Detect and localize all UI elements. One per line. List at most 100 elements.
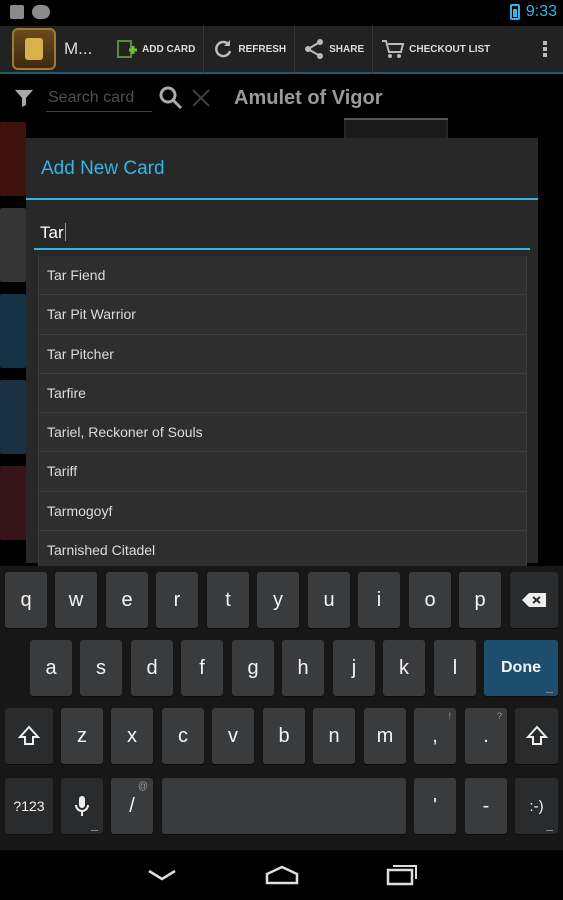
- checkout-list-button[interactable]: CHECKOUT LIST: [372, 25, 498, 73]
- cart-icon: [382, 40, 405, 58]
- add-card-icon: [117, 40, 137, 58]
- app-title: M...: [64, 39, 93, 58]
- key-d[interactable]: d: [131, 640, 173, 696]
- autocomplete-item[interactable]: Tarfire: [39, 374, 526, 414]
- notification-icon: [32, 5, 50, 19]
- key-h[interactable]: h: [282, 640, 324, 696]
- autocomplete-item[interactable]: Tar Pitcher: [39, 335, 526, 374]
- add-card-label: ADD CARD: [142, 43, 196, 55]
- current-card-name: Amulet of Vigor: [234, 86, 383, 109]
- app-icon[interactable]: [12, 28, 56, 70]
- action-bar: M... ADD CARD REFRESH SHARE CHECKOUT LIS…: [0, 25, 563, 74]
- key-w[interactable]: w: [55, 572, 97, 628]
- smiley-key[interactable]: :-): [515, 778, 558, 834]
- key-p[interactable]: p: [459, 572, 501, 628]
- autocomplete-item[interactable]: Tarnished Citadel: [39, 531, 526, 567]
- share-icon: [305, 39, 324, 59]
- key-slash-label: /: [129, 794, 135, 817]
- key-t[interactable]: t: [207, 572, 249, 628]
- key-s[interactable]: s: [80, 640, 122, 696]
- overflow-icon: [543, 39, 547, 59]
- key-period[interactable]: . ?: [465, 708, 507, 764]
- key-period-label: .: [483, 724, 489, 747]
- mic-icon: [75, 796, 89, 816]
- key-o[interactable]: o: [409, 572, 451, 628]
- refresh-icon: [215, 40, 232, 58]
- card-name-input[interactable]: Tar: [34, 216, 530, 250]
- key-k[interactable]: k: [383, 640, 425, 696]
- search-input[interactable]: [46, 84, 152, 112]
- key-e[interactable]: e: [106, 572, 148, 628]
- key-g[interactable]: g: [232, 640, 274, 696]
- mic-key[interactable]: [61, 778, 103, 834]
- done-key-label: Done: [501, 659, 541, 676]
- key-slash[interactable]: / @: [111, 778, 153, 834]
- smiley-key-label: :-): [529, 797, 544, 815]
- soft-keyboard: q w e r t y u i o p a s d f g h j k l Do…: [0, 566, 563, 850]
- key-y[interactable]: y: [257, 572, 299, 628]
- share-label: SHARE: [329, 43, 365, 55]
- back-button[interactable]: [142, 862, 182, 888]
- key-q[interactable]: q: [5, 572, 47, 628]
- recents-button[interactable]: [382, 862, 422, 888]
- home-button[interactable]: [262, 862, 302, 888]
- shift-key-right[interactable]: [515, 708, 558, 764]
- key-i[interactable]: i: [358, 572, 400, 628]
- autocomplete-item[interactable]: Tariel, Reckoner of Souls: [39, 413, 526, 453]
- key-comma-label: ,: [432, 724, 438, 747]
- autocomplete-item[interactable]: Tar Fiend: [39, 256, 526, 296]
- refresh-label: REFRESH: [238, 43, 287, 55]
- search-icon[interactable]: [158, 85, 184, 111]
- back-icon: [148, 869, 176, 881]
- recents-icon: [386, 865, 417, 886]
- autocomplete-item[interactable]: Tar Pit Warrior: [39, 295, 526, 335]
- share-button[interactable]: SHARE: [294, 25, 372, 73]
- key-f[interactable]: f: [181, 640, 223, 696]
- shift-icon: [525, 725, 548, 745]
- spacebar[interactable]: [162, 778, 406, 834]
- key-b[interactable]: b: [263, 708, 305, 764]
- shift-icon: [18, 725, 40, 745]
- key-n[interactable]: n: [313, 708, 355, 764]
- backspace-key[interactable]: [510, 572, 558, 628]
- key-l[interactable]: l: [434, 640, 476, 696]
- shift-key[interactable]: [5, 708, 53, 764]
- key-j[interactable]: j: [333, 640, 375, 696]
- autocomplete-list: Tar Fiend Tar Pit Warrior Tar Pitcher Ta…: [38, 256, 527, 567]
- notification-icon: [10, 5, 24, 19]
- overflow-menu-button[interactable]: [527, 25, 563, 73]
- symbols-key[interactable]: ?123: [5, 778, 53, 834]
- key-u[interactable]: u: [308, 572, 350, 628]
- key-v[interactable]: v: [212, 708, 254, 764]
- key-r[interactable]: r: [156, 572, 198, 628]
- search-row: Amulet of Vigor: [0, 76, 563, 120]
- key-comma[interactable]: , !: [414, 708, 456, 764]
- key-m[interactable]: m: [364, 708, 406, 764]
- key-hint: ?: [496, 711, 502, 721]
- close-icon[interactable]: [190, 87, 212, 109]
- done-key[interactable]: Done: [484, 640, 558, 696]
- key-dash-label: -: [482, 794, 490, 817]
- autocomplete-item[interactable]: Tarmogoyf: [39, 492, 526, 532]
- key-dash[interactable]: -: [465, 778, 507, 834]
- battery-icon: [509, 4, 520, 20]
- key-c[interactable]: c: [162, 708, 204, 764]
- text-caret: [64, 223, 66, 241]
- backspace-icon: [522, 593, 546, 607]
- key-z[interactable]: z: [61, 708, 103, 764]
- autocomplete-item[interactable]: Tariff: [39, 452, 526, 492]
- home-icon: [265, 865, 299, 885]
- symbols-key-label: ?123: [13, 798, 45, 814]
- key-a[interactable]: a: [30, 640, 72, 696]
- key-hint: !: [448, 711, 451, 721]
- card-name-input-value: Tar: [40, 223, 64, 242]
- key-apostrophe-label: ': [433, 794, 437, 817]
- add-card-button[interactable]: ADD CARD: [108, 25, 203, 73]
- status-bar: 9:33: [0, 0, 563, 26]
- filter-icon[interactable]: [14, 88, 34, 108]
- key-x[interactable]: x: [111, 708, 153, 764]
- key-apostrophe[interactable]: ': [414, 778, 456, 834]
- checkout-list-label: CHECKOUT LIST: [409, 43, 491, 55]
- status-time: 9:33: [525, 3, 557, 20]
- refresh-button[interactable]: REFRESH: [203, 25, 294, 73]
